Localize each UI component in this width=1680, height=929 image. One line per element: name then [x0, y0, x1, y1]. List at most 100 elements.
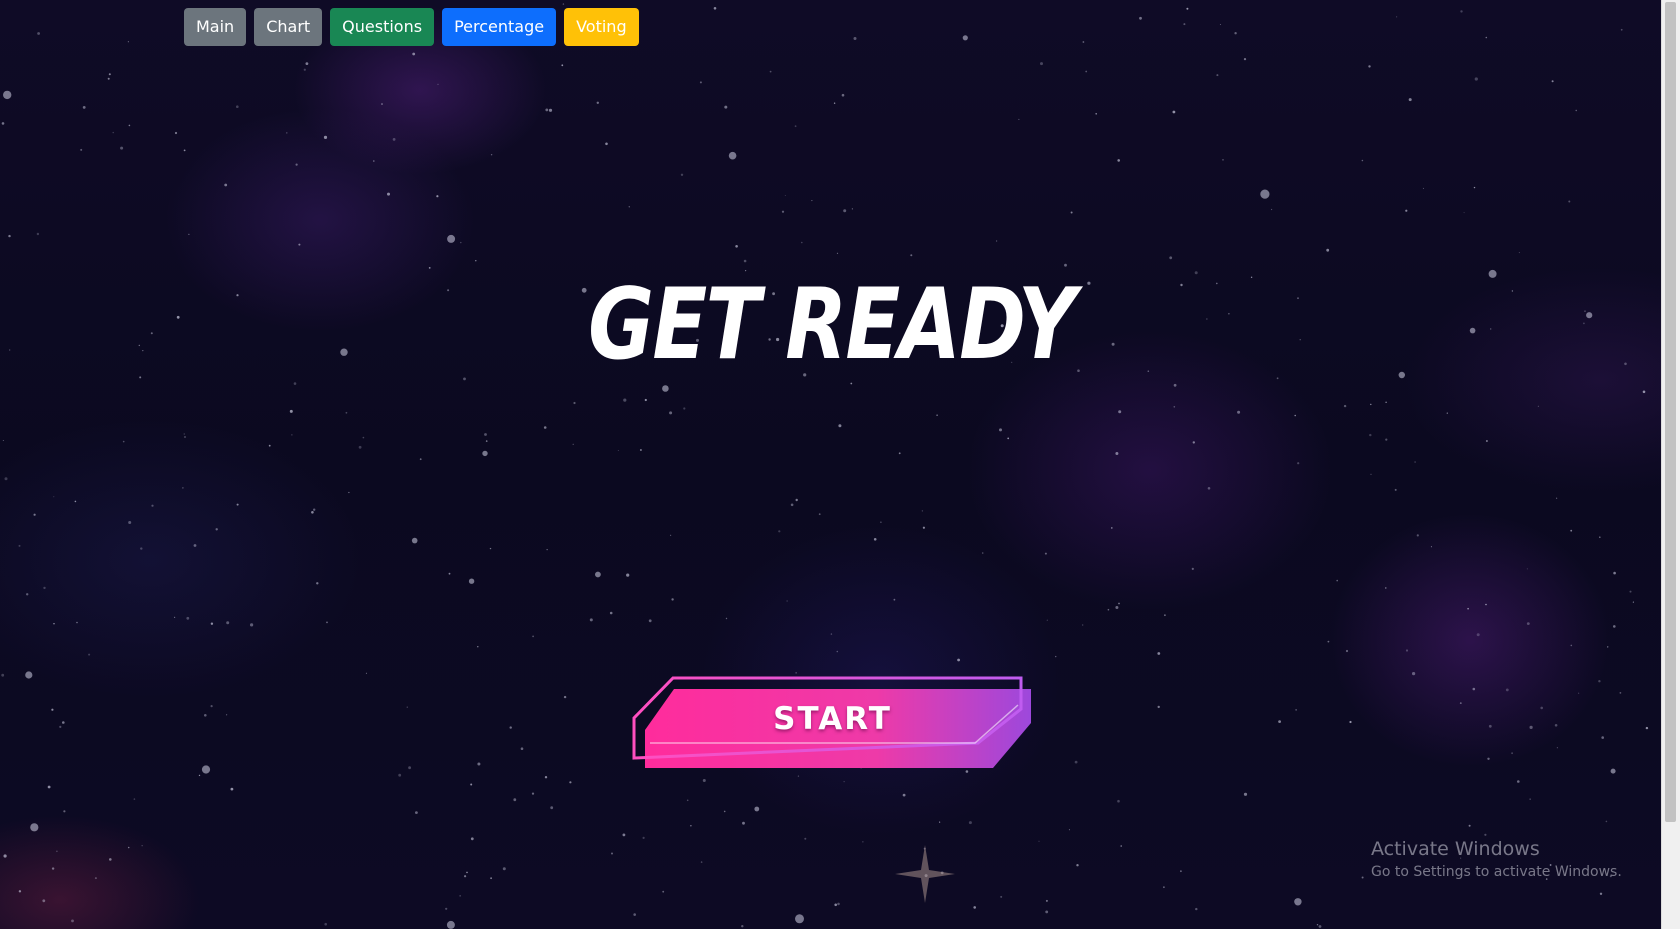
star — [36, 232, 40, 236]
star — [210, 622, 214, 625]
star — [436, 195, 439, 198]
star — [1416, 534, 1419, 537]
star — [1408, 98, 1412, 102]
star — [1018, 118, 1020, 120]
star — [412, 52, 416, 56]
star — [1430, 546, 1432, 548]
star — [702, 779, 706, 782]
star — [794, 125, 797, 128]
star — [735, 245, 738, 248]
star — [572, 443, 574, 445]
star — [1460, 10, 1463, 13]
scrollbar-thumb[interactable] — [1665, 2, 1676, 822]
star — [490, 877, 492, 880]
star — [728, 151, 737, 160]
star — [811, 200, 813, 202]
star — [862, 841, 864, 843]
star — [1570, 644, 1573, 647]
star — [1297, 462, 1300, 465]
star — [1468, 824, 1471, 827]
star — [801, 241, 803, 244]
watermark-subtitle: Go to Settings to activate Windows. — [1371, 864, 1622, 880]
star — [550, 806, 554, 810]
star — [268, 444, 271, 447]
star — [1361, 159, 1364, 162]
star — [548, 108, 553, 112]
star — [573, 401, 576, 405]
star — [1485, 36, 1488, 39]
star — [183, 149, 186, 152]
star — [973, 906, 976, 909]
star — [8, 234, 11, 238]
star — [795, 914, 804, 924]
nav-questions-button[interactable]: Questions — [330, 8, 435, 46]
get-ready-heading: GET READY — [588, 268, 1076, 382]
star — [1186, 7, 1189, 10]
star — [1556, 497, 1558, 499]
start-button[interactable]: START — [630, 675, 1035, 770]
star — [215, 528, 218, 531]
star — [184, 436, 186, 438]
star — [784, 195, 786, 196]
star — [1613, 571, 1616, 575]
start-button-label: START — [773, 701, 892, 737]
star — [836, 252, 839, 254]
nav-voting-button[interactable]: Voting — [564, 8, 639, 46]
star — [127, 41, 129, 43]
star — [795, 498, 798, 502]
star — [843, 209, 847, 213]
star — [833, 102, 836, 104]
star — [1370, 473, 1372, 475]
star — [968, 821, 972, 825]
star — [700, 861, 703, 863]
star — [1624, 362, 1627, 366]
star — [644, 398, 647, 402]
star — [198, 774, 201, 777]
star — [1222, 159, 1224, 161]
star — [1326, 248, 1330, 252]
star — [289, 409, 293, 413]
star — [769, 70, 772, 73]
star — [127, 846, 130, 849]
star — [633, 913, 636, 916]
nav-percentage-button[interactable]: Percentage — [442, 8, 557, 46]
star — [1540, 706, 1543, 710]
star — [1578, 692, 1580, 694]
star — [1405, 209, 1408, 212]
star — [43, 586, 46, 590]
star — [725, 617, 728, 620]
vertical-scrollbar[interactable] — [1661, 0, 1680, 929]
star — [303, 68, 306, 71]
star — [1529, 798, 1531, 800]
star — [1318, 925, 1322, 928]
star — [398, 773, 402, 777]
star — [112, 131, 114, 134]
star — [1517, 780, 1520, 783]
nav-main-button[interactable]: Main — [184, 8, 247, 46]
star — [1619, 692, 1622, 694]
star — [477, 762, 481, 766]
star — [1173, 383, 1177, 387]
star — [642, 836, 645, 840]
star — [71, 919, 74, 923]
star — [921, 510, 924, 512]
star — [63, 810, 66, 813]
star — [1070, 211, 1073, 214]
star — [139, 376, 142, 379]
star — [742, 821, 745, 825]
star — [464, 875, 467, 878]
star — [174, 616, 176, 619]
star — [1414, 461, 1416, 463]
star — [468, 578, 475, 584]
star — [786, 600, 788, 602]
star — [1207, 487, 1211, 490]
star — [1111, 527, 1113, 529]
star — [484, 433, 487, 436]
star — [502, 867, 506, 871]
nav-chart-button[interactable]: Chart — [254, 8, 323, 46]
star — [841, 93, 845, 97]
star — [1163, 886, 1165, 889]
star — [569, 781, 572, 784]
nav-bar: Main Chart Questions Percentage Voting — [184, 8, 639, 46]
star — [51, 867, 55, 870]
